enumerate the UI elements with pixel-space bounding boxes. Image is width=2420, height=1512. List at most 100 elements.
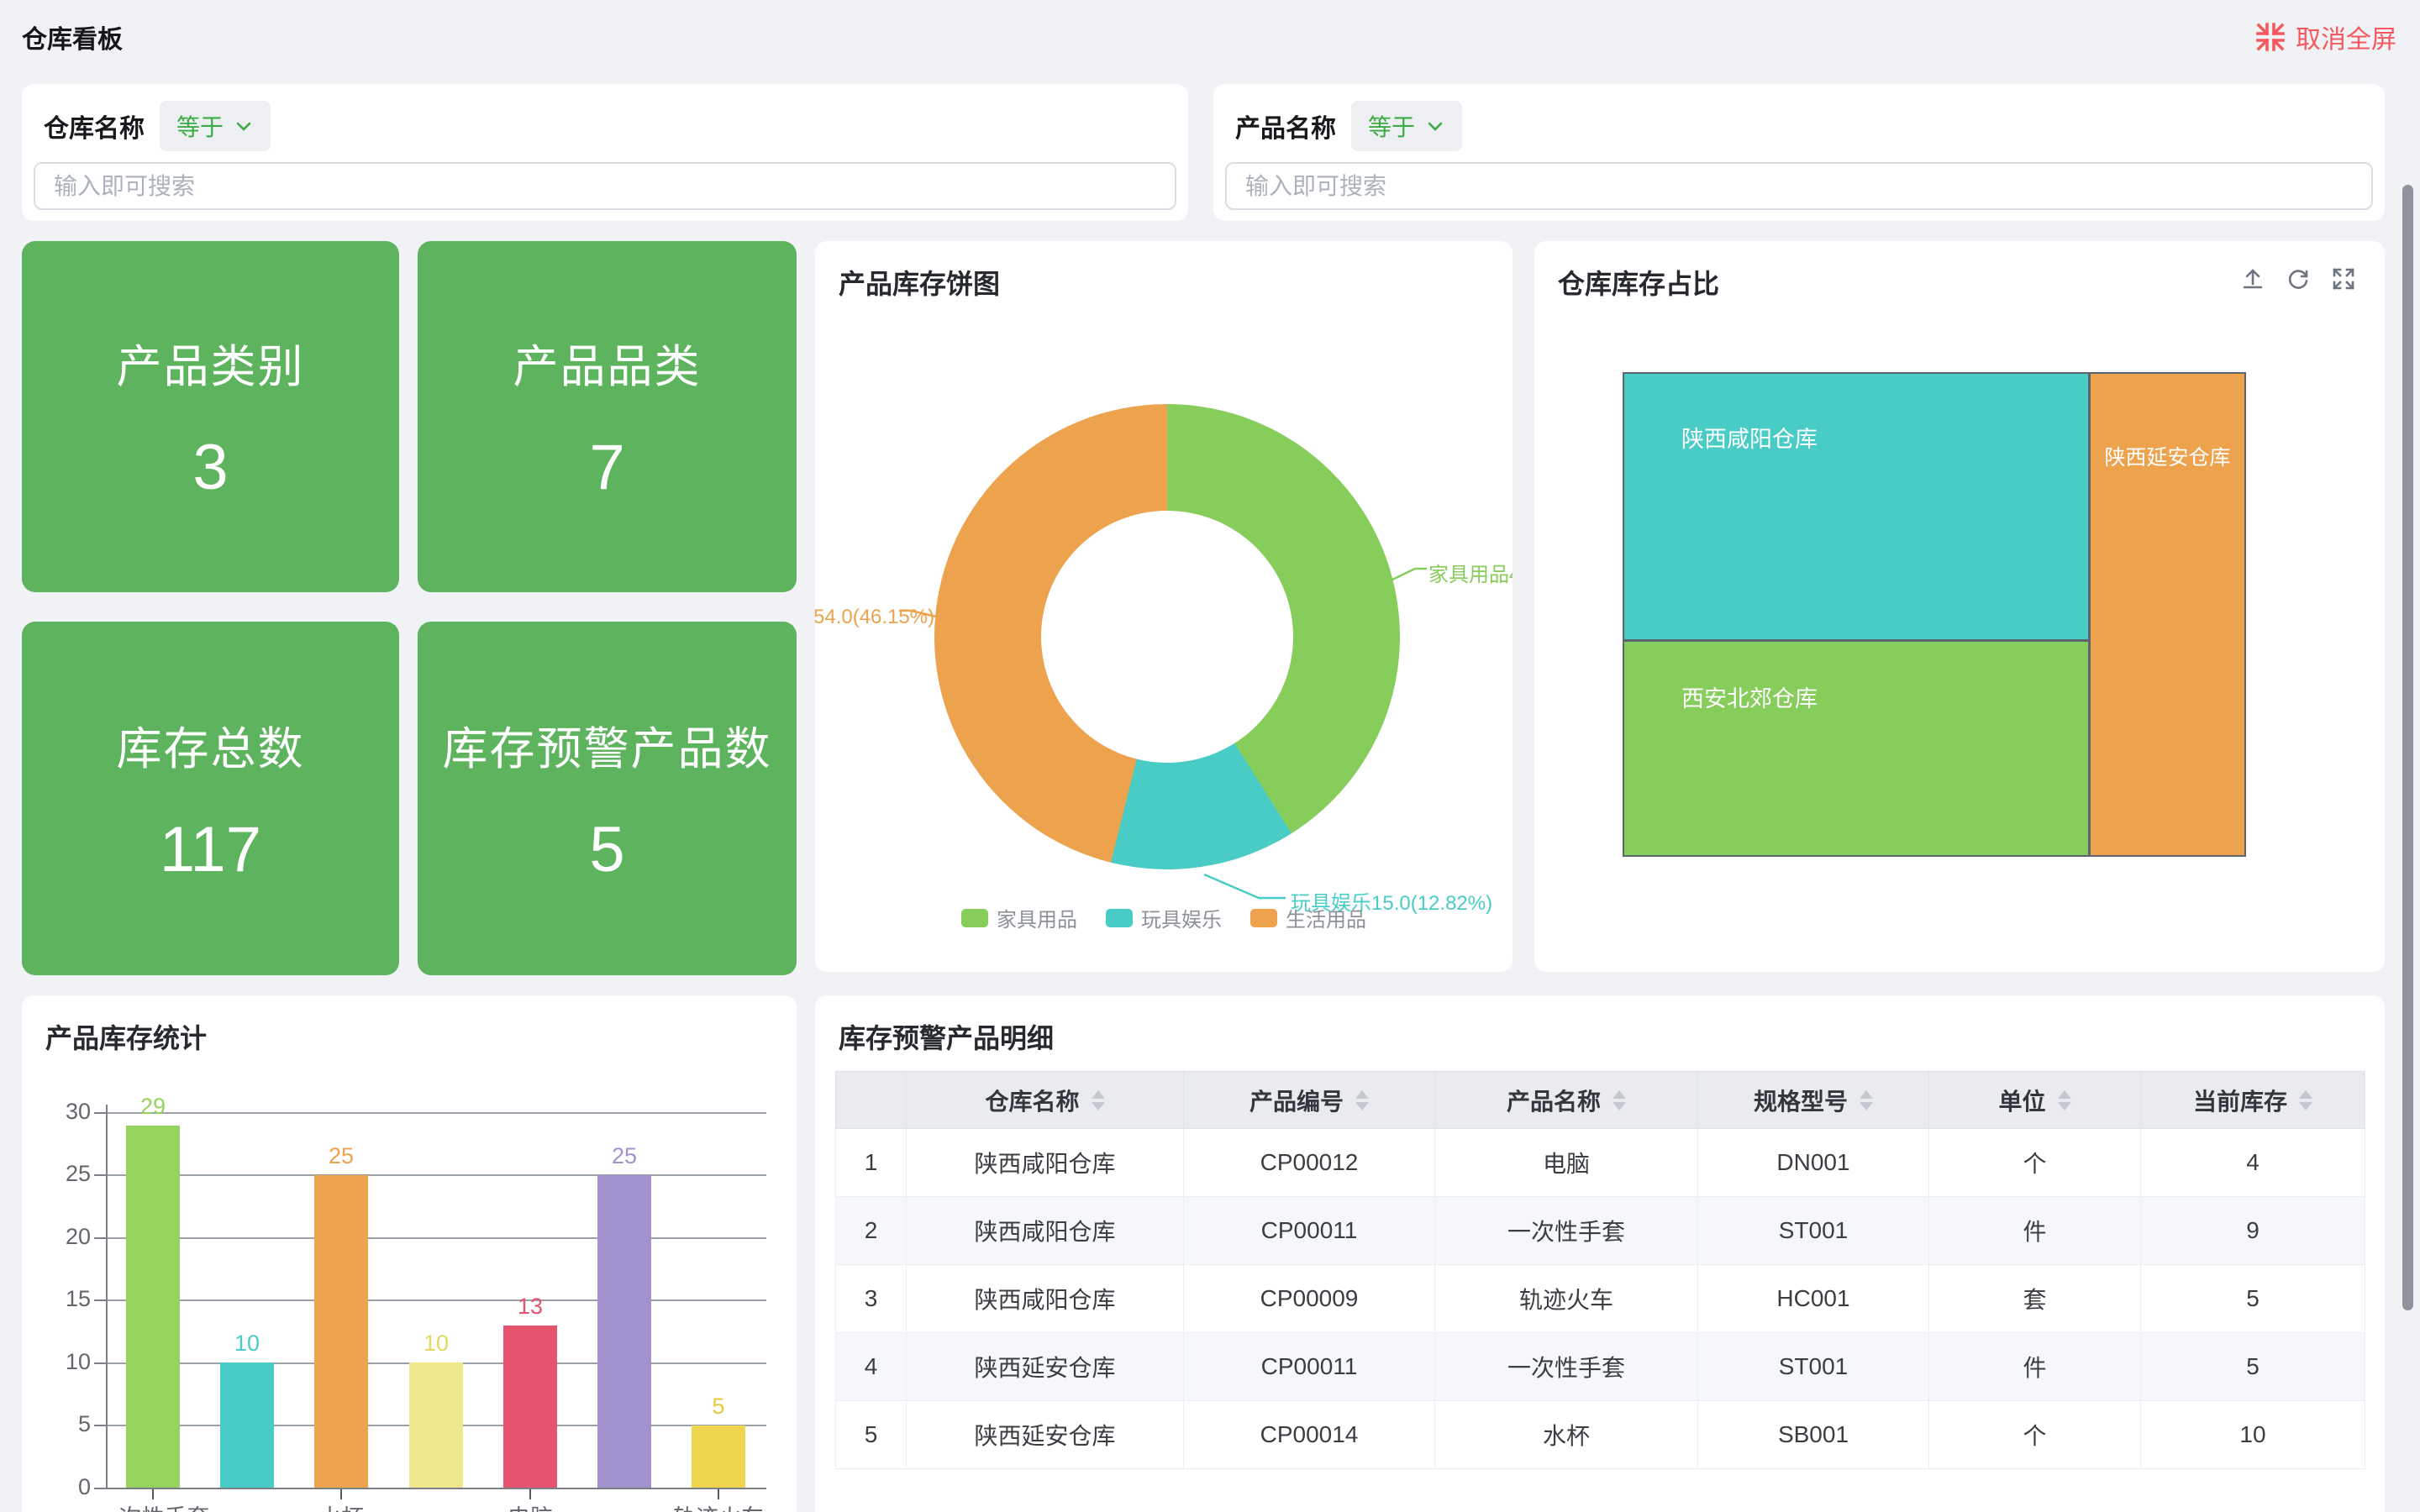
y-tick-label: 20 xyxy=(27,1224,91,1250)
treemap-cell-yanan[interactable]: 陕西延安仓库 xyxy=(2091,374,2244,855)
bar-value-label: 10 xyxy=(386,1331,487,1357)
bar-value-label: 25 xyxy=(291,1143,392,1169)
exit-fullscreen-button[interactable]: 取消全屏 xyxy=(2255,18,2396,55)
table-header-spec[interactable]: 规格型号 xyxy=(1698,1072,1929,1129)
treemap-cell-xianyang[interactable]: 陕西咸阳仓库 xyxy=(1624,374,2088,639)
bar-value-label: 13 xyxy=(480,1294,581,1320)
table-header-product-code[interactable]: 产品编号 xyxy=(1184,1072,1435,1129)
legend-swatch-green xyxy=(961,909,988,927)
bar-chart: 30 25 20 15 10 5 0 29 10 25 10 13 25 5 一… xyxy=(22,995,797,1512)
table-row: 1 陕西咸阳仓库 CP00012 电脑 DN001 个 4 xyxy=(836,1129,2365,1197)
table-header-current-stock[interactable]: 当前库存 xyxy=(2141,1072,2365,1129)
legend-label: 生活用品 xyxy=(1286,903,1366,932)
bar-value-label: 5 xyxy=(668,1394,769,1420)
pie-label-daily: 生活用品54.0(46.15%) xyxy=(815,600,934,629)
sort-icon[interactable] xyxy=(1860,1090,1873,1110)
cell-product-name: 电脑 xyxy=(1435,1129,1698,1197)
chevron-down-icon xyxy=(1425,116,1445,136)
legend-item-toys[interactable]: 玩具娱乐 xyxy=(1106,903,1222,932)
fullscreen-icon[interactable] xyxy=(2331,266,2356,291)
stat-card-product-category: 产品类别 3 xyxy=(22,241,399,592)
donut-hole xyxy=(1041,511,1293,763)
pie-label-furniture: 家具用品48.0(41.03%) xyxy=(1428,558,1512,587)
stat-label: 库存总数 xyxy=(117,711,305,778)
cell-index: 1 xyxy=(836,1129,907,1197)
cell-current-stock: 5 xyxy=(2141,1333,2365,1401)
cell-spec: HC001 xyxy=(1698,1265,1929,1333)
cell-product-code: CP00011 xyxy=(1184,1197,1435,1265)
bar-6 xyxy=(597,1175,651,1488)
treemap-label: 陕西咸阳仓库 xyxy=(1681,421,1818,454)
bar-4 xyxy=(409,1362,463,1488)
bar-value-label: 29 xyxy=(103,1094,203,1120)
compress-icon xyxy=(2255,22,2286,52)
stat-value: 3 xyxy=(192,431,228,504)
filter-label-product: 产品名称 xyxy=(1235,108,1336,144)
y-tick-label: 10 xyxy=(27,1349,91,1375)
treemap-label: 西安北郊仓库 xyxy=(1681,680,1818,713)
operator-value: 等于 xyxy=(1368,109,1415,143)
cell-warehouse: 陕西咸阳仓库 xyxy=(907,1129,1184,1197)
table-header-unit[interactable]: 单位 xyxy=(1929,1072,2141,1129)
table-header-index xyxy=(836,1072,907,1129)
cell-unit: 件 xyxy=(1929,1197,2141,1265)
table-header-product-name[interactable]: 产品名称 xyxy=(1435,1072,1698,1129)
table-row: 4 陕西延安仓库 CP00011 一次性手套 ST001 件 5 xyxy=(836,1333,2365,1401)
x-tick-label: 轨迹火车 xyxy=(643,1499,794,1512)
y-tick-label: 15 xyxy=(27,1286,91,1312)
legend-swatch-orange xyxy=(1250,909,1277,927)
operator-dropdown-warehouse[interactable]: 等于 xyxy=(160,101,271,151)
stat-card-stock-total: 库存总数 117 xyxy=(22,622,399,975)
table-row: 5 陕西延安仓库 CP00014 水杯 SB001 个 10 xyxy=(836,1401,2365,1469)
cell-unit: 个 xyxy=(1929,1129,2141,1197)
y-tick-label: 5 xyxy=(27,1411,91,1437)
operator-dropdown-product[interactable]: 等于 xyxy=(1351,101,1462,151)
cell-spec: DN001 xyxy=(1698,1129,1929,1197)
donut-chart xyxy=(934,404,1400,869)
filter-card-warehouse: 仓库名称 等于 xyxy=(22,84,1188,221)
cell-unit: 个 xyxy=(1929,1401,2141,1469)
warning-table: 仓库名称 产品编号 产品名称 规格型号 单位 xyxy=(835,1071,2365,1469)
legend-swatch-teal xyxy=(1106,909,1133,927)
bar-computer xyxy=(503,1326,557,1488)
treemap-chart: 陕西咸阳仓库 西安北郊仓库 陕西延安仓库 xyxy=(1623,372,2246,857)
sort-icon[interactable] xyxy=(1092,1090,1105,1110)
cell-index: 3 xyxy=(836,1265,907,1333)
filter-card-product: 产品名称 等于 xyxy=(1213,84,2385,221)
cell-warehouse: 陕西延安仓库 xyxy=(907,1401,1184,1469)
table-header-row: 仓库名称 产品编号 产品名称 规格型号 单位 xyxy=(836,1072,2365,1129)
scrollbar-thumb[interactable] xyxy=(2402,185,2413,1310)
bar-disposable-gloves xyxy=(126,1126,180,1488)
legend-item-furniture[interactable]: 家具用品 xyxy=(961,903,1077,932)
warehouse-search-input[interactable] xyxy=(34,162,1176,210)
legend-item-daily[interactable]: 生活用品 xyxy=(1250,903,1366,932)
table-card-title: 库存预警产品明细 xyxy=(839,1017,1054,1056)
cell-unit: 件 xyxy=(1929,1333,2141,1401)
treemap-toolbar xyxy=(2240,266,2356,291)
sort-icon[interactable] xyxy=(2299,1090,2312,1110)
treemap-cell-xianbeijiao[interactable]: 西安北郊仓库 xyxy=(1624,642,2088,855)
sort-icon[interactable] xyxy=(1612,1090,1626,1110)
y-tick-label: 25 xyxy=(27,1161,91,1187)
y-tick-label: 0 xyxy=(27,1474,91,1500)
cell-product-name: 一次性手套 xyxy=(1435,1333,1698,1401)
treemap-card-title: 仓库库存占比 xyxy=(1558,263,1719,302)
cell-warehouse: 陕西咸阳仓库 xyxy=(907,1265,1184,1333)
sort-icon[interactable] xyxy=(2058,1090,2071,1110)
table-row: 3 陕西咸阳仓库 CP00009 轨迹火车 HC001 套 5 xyxy=(836,1265,2365,1333)
product-search-input[interactable] xyxy=(1225,162,2373,210)
cell-warehouse: 陕西咸阳仓库 xyxy=(907,1197,1184,1265)
x-tick-label: 水杯 xyxy=(266,1499,417,1512)
table-header-warehouse[interactable]: 仓库名称 xyxy=(907,1072,1184,1129)
table-row: 2 陕西咸阳仓库 CP00011 一次性手套 ST001 件 9 xyxy=(836,1197,2365,1265)
export-icon[interactable] xyxy=(2240,266,2265,291)
cell-spec: ST001 xyxy=(1698,1197,1929,1265)
treemap-label: 陕西延安仓库 xyxy=(2104,441,2230,471)
sort-icon[interactable] xyxy=(1355,1090,1369,1110)
bar-value-label: 25 xyxy=(574,1143,675,1169)
refresh-icon[interactable] xyxy=(2286,266,2311,291)
treemap-card: 仓库库存占比 陕西咸阳仓库 西安北郊仓库 xyxy=(1534,241,2385,972)
x-tick-label: 一次性手套 xyxy=(77,1499,229,1512)
cell-unit: 套 xyxy=(1929,1265,2141,1333)
cell-current-stock: 4 xyxy=(2141,1129,2365,1197)
